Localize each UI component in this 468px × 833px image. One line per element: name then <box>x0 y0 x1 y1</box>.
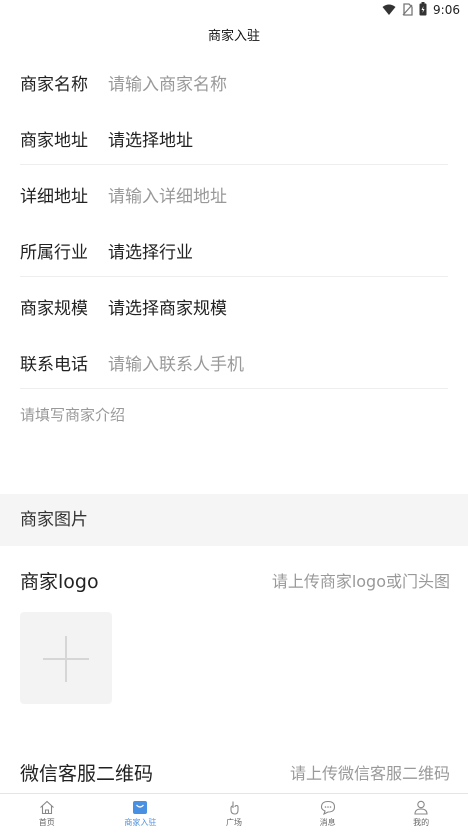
merchant-name-row[interactable]: 商家名称 请输入商家名称 <box>20 54 448 110</box>
scale-select[interactable]: 请选择商家规模 <box>108 294 227 319</box>
status-time: 9:06 <box>433 3 460 17</box>
wechat-hint: 请上传微信客服二维码 <box>289 764 450 783</box>
status-bar: 9:06 <box>0 0 468 20</box>
battery-icon <box>419 1 427 20</box>
merchant-address-row[interactable]: 商家地址 请选择地址 <box>20 110 448 166</box>
home-icon <box>39 800 54 815</box>
tab-label: 商家入驻 <box>124 818 157 827</box>
images-section-title: 商家图片 <box>20 510 88 530</box>
tab-home[interactable]: 首页 <box>0 794 94 833</box>
phone-label: 联系电话 <box>20 354 88 375</box>
divider <box>20 276 448 277</box>
page-title: 商家入驻 <box>207 29 260 44</box>
merchant-name-input[interactable]: 请输入商家名称 <box>108 70 227 95</box>
divider <box>20 388 448 389</box>
industry-row[interactable]: 所属行业 请选择行业 <box>20 222 448 278</box>
scale-label: 商家规模 <box>20 298 88 319</box>
plus-icon <box>43 636 89 682</box>
no-sim-icon <box>402 1 413 20</box>
logo-upload-button[interactable] <box>20 612 112 704</box>
intro-textarea[interactable]: 请填写商家介绍 <box>20 404 125 425</box>
chat-icon <box>320 800 335 815</box>
store-icon <box>133 801 148 814</box>
merchant-address-select[interactable]: 请选择地址 <box>108 126 193 151</box>
scale-row[interactable]: 商家规模 请选择商家规模 <box>20 278 448 334</box>
tab-square[interactable]: 广场 <box>187 794 281 833</box>
tab-mine[interactable]: 我的 <box>374 794 468 833</box>
wechat-upload-row: 微信客服二维码 请上传微信客服二维码 <box>20 758 450 786</box>
detail-address-input[interactable]: 请输入详细地址 <box>108 182 227 207</box>
logo-upload-row: 商家logo 请上传商家logo或门头图 <box>20 566 450 594</box>
user-icon <box>414 800 428 815</box>
industry-label: 所属行业 <box>20 242 88 263</box>
wifi-icon <box>382 1 396 20</box>
wechat-label: 微信客服二维码 <box>20 762 154 785</box>
merchant-name-label: 商家名称 <box>20 74 88 95</box>
status-icons: 9:06 <box>382 1 460 20</box>
bottom-tab-bar: 首页 商家入驻 广场 消息 我的 <box>0 793 468 833</box>
tab-label: 广场 <box>225 818 242 827</box>
tab-messages[interactable]: 消息 <box>281 794 375 833</box>
tab-label: 消息 <box>319 818 336 827</box>
logo-label: 商家logo <box>20 570 99 593</box>
detail-address-label: 详细地址 <box>20 186 88 207</box>
detail-address-row[interactable]: 详细地址 请输入详细地址 <box>20 166 448 222</box>
phone-input[interactable]: 请输入联系人手机 <box>108 350 244 375</box>
tab-label: 我的 <box>413 818 430 827</box>
tab-merchant[interactable]: 商家入驻 <box>94 794 188 833</box>
hand-icon <box>230 801 239 815</box>
merchant-address-label: 商家地址 <box>20 130 88 151</box>
divider <box>20 164 448 165</box>
images-section-header: 商家图片 <box>0 494 468 546</box>
industry-select[interactable]: 请选择行业 <box>108 238 193 263</box>
tab-label: 首页 <box>38 818 55 827</box>
logo-hint: 请上传商家logo或门头图 <box>271 572 450 591</box>
phone-row[interactable]: 联系电话 请输入联系人手机 <box>20 334 448 390</box>
